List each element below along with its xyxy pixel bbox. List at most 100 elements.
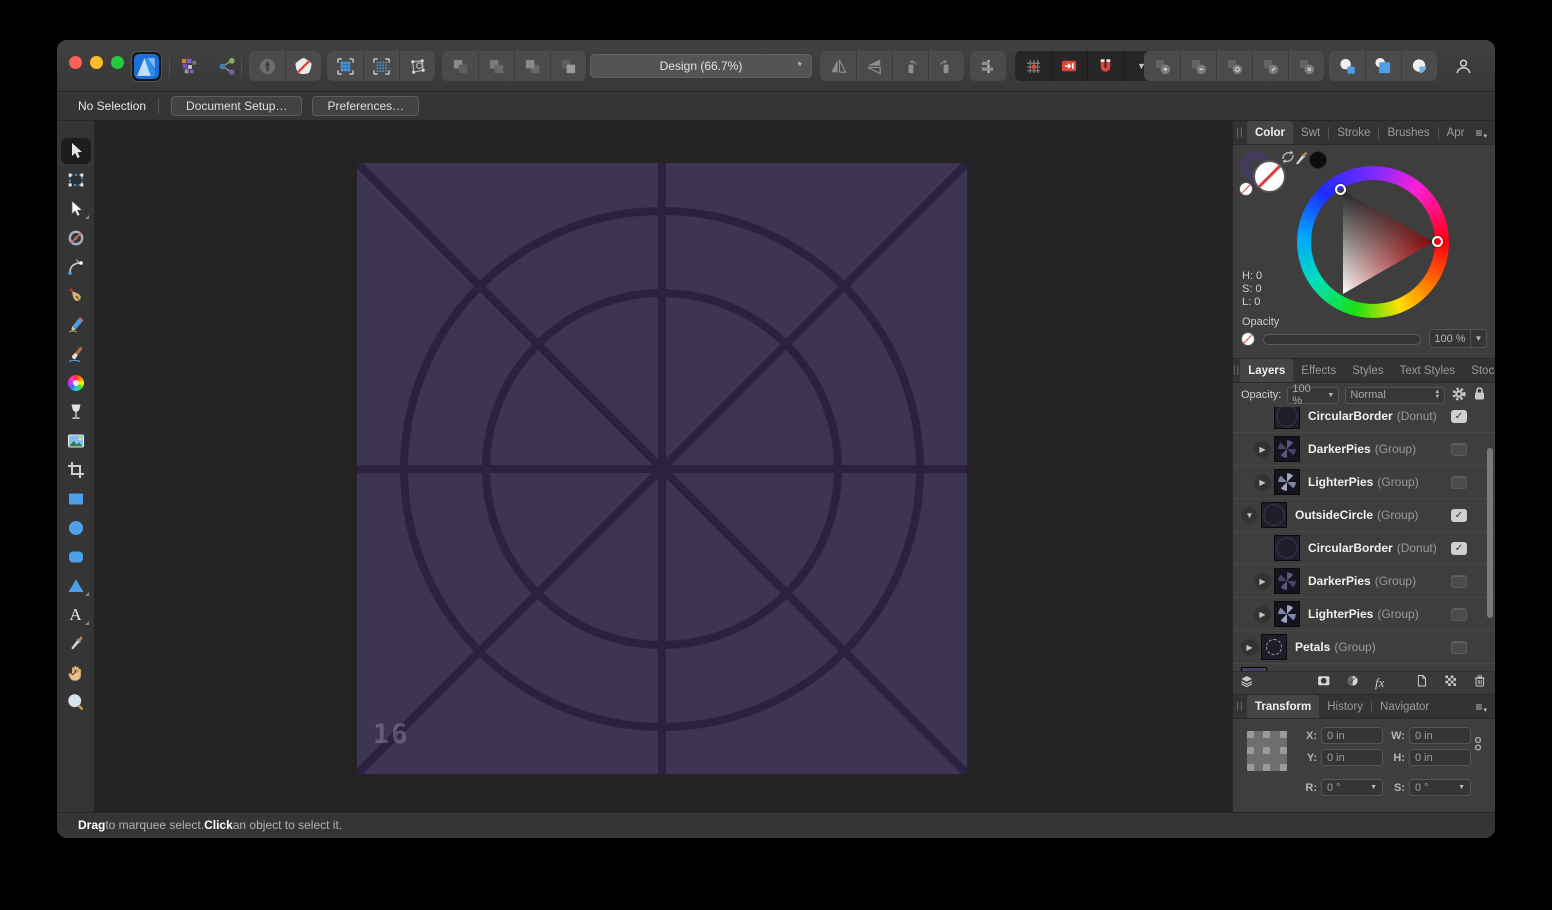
anchor-handle[interactable]	[1280, 747, 1287, 754]
anchor-handle[interactable]	[1263, 764, 1270, 771]
visibility-checkbox[interactable]	[1451, 476, 1467, 489]
layer-thumbnail[interactable]	[1274, 601, 1300, 627]
layer-thumbnail[interactable]	[1261, 634, 1287, 660]
field-input[interactable]: 0 °▼	[1321, 779, 1383, 796]
visibility-checkbox[interactable]: ✓	[1451, 542, 1467, 555]
rotate-ccw-icon[interactable]	[892, 51, 928, 81]
document-setup-button[interactable]: Document Setup…	[171, 96, 302, 116]
hue-marker[interactable]	[1432, 236, 1443, 247]
crop-tool[interactable]	[59, 455, 93, 484]
new-page-icon[interactable]	[1415, 674, 1430, 692]
pencil-tool[interactable]	[59, 310, 93, 339]
fill-tool[interactable]	[59, 368, 93, 397]
tab-color-color[interactable]: Color	[1247, 121, 1293, 144]
layers-stack-icon[interactable]	[1240, 674, 1255, 692]
ellipse-tool[interactable]	[59, 513, 93, 542]
layer-thumbnail[interactable]	[1274, 469, 1300, 495]
layer-row-circularborder[interactable]: CircularBorder(Donut)✓	[1233, 532, 1495, 565]
insert-inside-icon[interactable]	[1365, 51, 1401, 81]
visibility-checkbox[interactable]	[1451, 641, 1467, 654]
expand-arrow-icon[interactable]: ▶	[1254, 573, 1271, 590]
gear-icon[interactable]	[1451, 386, 1467, 405]
anchor-handle[interactable]	[1247, 764, 1254, 771]
canvas-viewport[interactable]: 16	[95, 121, 1232, 812]
minimize-button[interactable]	[90, 56, 103, 69]
boolean-divide-icon[interactable]	[1288, 51, 1324, 81]
rounded-rectangle-tool[interactable]	[59, 542, 93, 571]
visibility-checkbox[interactable]	[1451, 443, 1467, 456]
account-icon[interactable]	[1445, 51, 1481, 81]
anchor-handle[interactable]	[1247, 731, 1254, 738]
field-input[interactable]: 0 in	[1409, 727, 1471, 744]
preferences-button[interactable]: Preferences…	[312, 96, 419, 116]
expand-arrow-icon[interactable]: ▶	[1241, 639, 1258, 656]
boolean-intersect-icon[interactable]	[1216, 51, 1252, 81]
layer-thumbnail[interactable]	[1274, 436, 1300, 462]
hand-tool[interactable]	[59, 658, 93, 687]
anchor-handle[interactable]	[1247, 747, 1254, 754]
anchor-handle[interactable]	[1280, 731, 1287, 738]
layers-scrollbar[interactable]	[1487, 448, 1493, 618]
artboard[interactable]: 16	[357, 163, 967, 774]
transparency-tool[interactable]	[59, 397, 93, 426]
expand-arrow-icon[interactable]: ▶	[1254, 474, 1271, 491]
panel-drag-icon[interactable]: ||	[1233, 695, 1247, 718]
hsl-triangle[interactable]	[1297, 166, 1449, 318]
field-input[interactable]: 0 °▼	[1409, 779, 1471, 796]
rotate-cw-icon[interactable]	[928, 51, 964, 81]
visibility-checkbox[interactable]	[1451, 575, 1467, 588]
close-button[interactable]	[69, 56, 82, 69]
field-input[interactable]: 0 in	[1321, 727, 1383, 744]
snap-move-icon[interactable]	[1051, 51, 1087, 81]
tab-layers-styles[interactable]: Styles	[1344, 359, 1391, 382]
insert-ontop-icon[interactable]	[1401, 51, 1437, 81]
insert-behind-icon[interactable]	[1329, 51, 1365, 81]
layer-row-circularborder[interactable]: CircularBorder(Donut)✓	[1233, 407, 1495, 433]
panel-drag-icon[interactable]: ||	[1233, 121, 1247, 144]
layer-row-outsidecircle[interactable]: ▼OutsideCircle(Group)✓	[1233, 499, 1495, 532]
trash-icon[interactable]	[1473, 674, 1488, 692]
flip-vertical-icon[interactable]	[820, 51, 856, 81]
arrange-back-icon[interactable]	[442, 51, 478, 81]
tab-color-brushes[interactable]: Brushes	[1379, 121, 1437, 144]
visibility-checkbox[interactable]: ✓	[1451, 410, 1467, 423]
swatch-grid-icon[interactable]	[177, 51, 201, 81]
panel-menu-icon[interactable]: ≡▾	[1475, 695, 1495, 718]
panel-drag-icon[interactable]: ||	[1233, 359, 1240, 382]
layer-row-darkerpies[interactable]: ▶DarkerPies(Group)	[1233, 433, 1495, 466]
link-dimensions-icon[interactable]	[1473, 735, 1483, 756]
brush-tool[interactable]	[59, 339, 93, 368]
rectangle-tool[interactable]	[59, 484, 93, 513]
zoom-tool[interactable]	[59, 687, 93, 716]
point-transform-tool[interactable]	[59, 223, 93, 252]
lock-icon[interactable]	[1473, 386, 1486, 404]
layer-row-petals[interactable]: ▶Petals(Group)	[1233, 631, 1495, 664]
panel-menu-icon[interactable]: ≡▾	[1475, 121, 1495, 144]
tab-layers-text-styles[interactable]: Text Styles	[1392, 359, 1464, 382]
adjustment-icon[interactable]	[1346, 674, 1361, 692]
mask-icon[interactable]	[1317, 674, 1332, 692]
expand-arrow-icon[interactable]: ▶	[1254, 441, 1271, 458]
triangle-marker[interactable]	[1335, 184, 1346, 195]
layer-thumbnail[interactable]	[1261, 502, 1287, 528]
maximize-button[interactable]	[111, 56, 124, 69]
corner-tool[interactable]	[59, 252, 93, 281]
no-opacity-icon[interactable]	[1241, 332, 1255, 346]
magnet-icon[interactable]	[1087, 51, 1123, 81]
visibility-checkbox[interactable]: ✓	[1451, 509, 1467, 522]
share-nodes-icon[interactable]	[215, 51, 239, 81]
alignment-icon[interactable]	[970, 51, 1006, 81]
boolean-subtract-icon[interactable]	[1180, 51, 1216, 81]
layer-thumbnail[interactable]	[1274, 535, 1300, 561]
fill-stroke-selector[interactable]	[1239, 150, 1291, 198]
anchor-handle[interactable]	[1263, 747, 1270, 754]
tab-transform-history[interactable]: History	[1319, 695, 1371, 718]
tab-transform-navigator[interactable]: Navigator	[1372, 695, 1437, 718]
arrange-front-icon[interactable]	[550, 51, 586, 81]
tab-color-swt[interactable]: Swt	[1293, 121, 1328, 144]
snap-grid-icon[interactable]	[1015, 51, 1051, 81]
eyedropper-tool[interactable]	[59, 629, 93, 658]
arrange-forward-icon[interactable]	[514, 51, 550, 81]
view-mode-dropdown[interactable]: Design (66.7%) *	[590, 54, 812, 78]
anchor-handle[interactable]	[1280, 764, 1287, 771]
